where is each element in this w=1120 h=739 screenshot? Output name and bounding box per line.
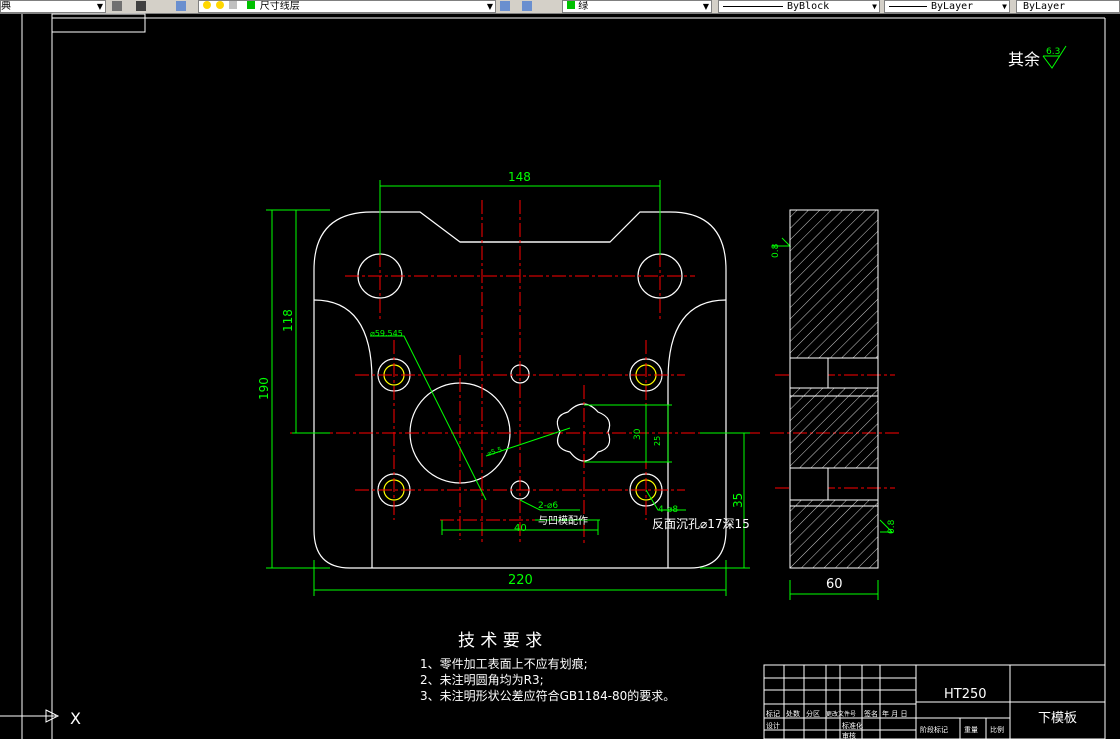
tech-requirement-item: 1、零件加工表面上不应有划痕;: [420, 656, 588, 671]
surface-finish-value: 6.3: [1046, 47, 1060, 57]
tb-label: 重量: [964, 726, 978, 734]
dim-40: 40: [514, 523, 527, 534]
dim-four-holes: 4-⌀8: [658, 505, 678, 515]
dim-bottom-width: 220: [508, 573, 533, 588]
counterbore-note: 反面沉孔⌀17深15: [652, 517, 750, 531]
side-finish-bottom: 0.8: [887, 519, 897, 534]
dim-total-height: 190: [257, 377, 271, 400]
dim-two-holes: 2-⌀6: [538, 501, 558, 511]
tb-label: 比例: [990, 725, 1004, 734]
tb-label: 审核: [842, 731, 856, 739]
ucs-x-label: X: [70, 709, 81, 728]
tb-label: 阶段标记: [920, 725, 948, 734]
tech-requirement-item: 3、未注明形状公差应符合GB1184-80的要求。: [420, 688, 675, 703]
tb-label: 更改文件号: [826, 710, 856, 718]
dim-30: 30: [633, 428, 643, 440]
tb-label: 标记: [766, 709, 780, 718]
dim-top-width: 148: [508, 170, 531, 184]
tech-requirements: 技 术 要 求 1、零件加工表面上不应有划痕; 2、未注明圆角均为R3; 3、未…: [420, 631, 675, 703]
tech-requirement-item: 2、未注明圆角均为R3;: [420, 672, 544, 687]
dim-hole-diameter: ⌀59.545: [370, 329, 403, 338]
dim-25: 25: [653, 436, 662, 446]
mating-note: 与凹模配作: [538, 515, 588, 527]
material-label: HT250: [944, 687, 987, 702]
drawing-frame: [21, 13, 1106, 739]
side-view: [789, 209, 879, 569]
ucs-icon: X: [0, 709, 81, 728]
tb-label: 签名: [864, 709, 878, 718]
dim-upper-height: 118: [281, 309, 295, 332]
tech-requirements-title: 技 术 要 求: [458, 631, 542, 651]
tb-label: 设计: [766, 721, 780, 730]
side-finish-top: 0.8: [771, 243, 781, 258]
tb-label: 处数: [786, 709, 800, 718]
drawing-canvas[interactable]: X 其余 6.3 148 220 190 118 35 ⌀59.545 ⌀5.5…: [0, 0, 1120, 739]
title-block-text: HT250 下模板 标记 处数 分区 更改文件号 签名 年 月 日 设计 标准化…: [766, 687, 1077, 739]
tb-label: 分区: [806, 709, 820, 718]
tb-label: 标准化: [842, 721, 863, 730]
dim-right-height: 35: [731, 493, 745, 508]
dim-small: ⌀5.5: [486, 446, 503, 458]
surface-finish-general: 其余 6.3: [1008, 45, 1067, 69]
dim-side-width: 60: [826, 577, 843, 592]
tb-label: 年 月 日: [882, 709, 907, 718]
surface-finish-prefix: 其余: [1008, 50, 1040, 69]
part-name-label: 下模板: [1038, 711, 1077, 726]
